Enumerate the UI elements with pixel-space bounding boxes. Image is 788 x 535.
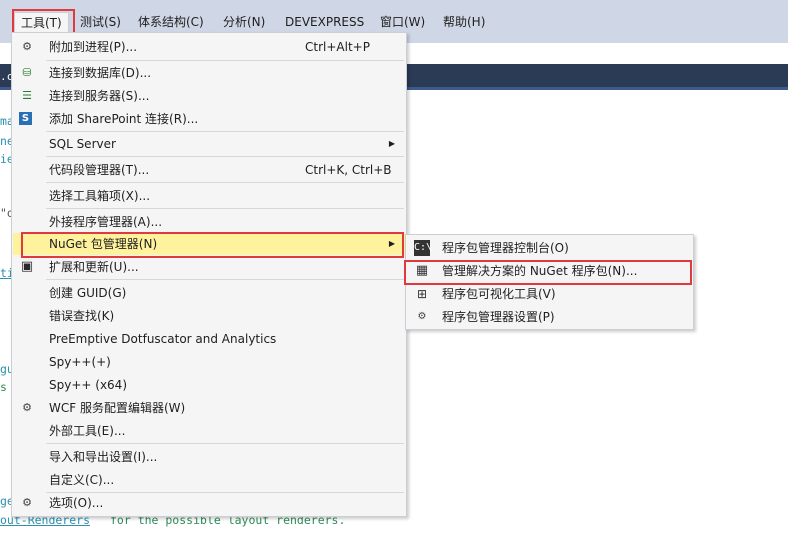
menu-item-label: 导入和导出设置(I)... xyxy=(49,450,158,464)
menu-item-label: 代码段管理器(T)... xyxy=(49,163,150,177)
menu-item-connect-server[interactable]: ☰ 连接到服务器(S)... xyxy=(13,85,405,107)
menu-separator xyxy=(46,131,404,132)
submenu-item-package-manager-console[interactable]: C:\ 程序包管理器控制台(O) xyxy=(407,237,692,259)
nuget-submenu: C:\ 程序包管理器控制台(O) ▦ 管理解决方案的 NuGet 程序包(N).… xyxy=(405,234,694,330)
menu-help[interactable]: 帮助(H) xyxy=(437,12,491,32)
menu-item-label: 连接到服务器(S)... xyxy=(49,89,150,103)
menu-item-spy-x64[interactable]: Spy++ (x64) xyxy=(13,374,405,396)
code-fragment: s xyxy=(0,380,7,394)
menu-item-label: 创建 GUID(G) xyxy=(49,286,127,300)
menu-item-extensions-updates[interactable]: ▣ 扩展和更新(U)... xyxy=(13,256,405,278)
attach-process-icon: ⚙ xyxy=(22,40,32,53)
menu-item-label: 附加到进程(P)... xyxy=(49,40,138,54)
menu-item-label: 选项(O)... xyxy=(49,496,104,510)
menu-item-import-export-settings[interactable]: 导入和导出设置(I)... xyxy=(13,446,405,468)
menu-item-attach-process[interactable]: ⚙ 附加到进程(P)... Ctrl+Alt+P xyxy=(13,36,405,58)
menu-analyze[interactable]: 分析(N) xyxy=(217,12,271,32)
tools-dropdown-menu: ⚙ 附加到进程(P)... Ctrl+Alt+P ⛁ 连接到数据库(D)... … xyxy=(11,32,407,517)
menu-devexpress[interactable]: DEVEXPRESS xyxy=(279,12,370,32)
menu-item-label: NuGet 包管理器(N) xyxy=(49,237,158,251)
menu-item-label: 外接程序管理器(A)... xyxy=(49,215,163,229)
menu-item-label: 连接到数据库(D)... xyxy=(49,66,152,80)
menu-item-shortcut: Ctrl+Alt+P xyxy=(305,40,370,54)
menu-separator xyxy=(46,156,404,157)
menu-item-external-tools[interactable]: 外部工具(E)... xyxy=(13,420,405,442)
menu-item-label: WCF 服务配置编辑器(W) xyxy=(49,401,186,415)
menu-test[interactable]: 测试(S) xyxy=(74,12,127,32)
menu-item-label: 错误查找(K) xyxy=(49,309,115,323)
menu-item-label: 扩展和更新(U)... xyxy=(49,260,139,274)
connect-server-icon: ☰ xyxy=(22,89,32,102)
gear-icon: ⚙ xyxy=(22,496,32,509)
submenu-item-manage-nuget-packages[interactable]: ▦ 管理解决方案的 NuGet 程序包(N)... xyxy=(407,260,692,282)
hierarchy-icon: ⊞ xyxy=(416,287,428,301)
connect-database-icon: ⛁ xyxy=(22,66,32,79)
menu-separator xyxy=(46,60,404,61)
menu-architecture[interactable]: 体系结构(C) xyxy=(132,12,210,32)
menu-item-label: PreEmptive Dotfuscator and Analytics xyxy=(49,332,277,346)
submenu-item-label: 程序包管理器控制台(O) xyxy=(442,241,569,255)
menu-separator xyxy=(46,182,404,183)
menu-item-label: 添加 SharePoint 连接(R)... xyxy=(49,112,199,126)
menu-separator xyxy=(46,279,404,280)
submenu-arrow-icon: ▶ xyxy=(388,239,395,248)
menu-item-label: Spy++ (x64) xyxy=(49,378,127,392)
sharepoint-icon: S xyxy=(19,112,32,125)
menu-item-label: 选择工具箱项(X)... xyxy=(49,189,151,203)
menu-separator xyxy=(46,208,404,209)
submenu-item-label: 程序包可视化工具(V) xyxy=(442,287,556,301)
menu-item-choose-toolbox[interactable]: 选择工具箱项(X)... xyxy=(13,185,405,207)
wcf-config-icon: ⚙ xyxy=(22,401,32,414)
submenu-item-package-visualizer[interactable]: ⊞ 程序包可视化工具(V) xyxy=(407,283,692,305)
submenu-item-label: 管理解决方案的 NuGet 程序包(N)... xyxy=(442,264,638,278)
menu-item-sharepoint[interactable]: S 添加 SharePoint 连接(R)... xyxy=(13,108,405,130)
menu-item-label: 外部工具(E)... xyxy=(49,424,126,438)
submenu-item-label: 程序包管理器设置(P) xyxy=(442,310,555,324)
menu-item-snippets-manager[interactable]: 代码段管理器(T)... Ctrl+K, Ctrl+B xyxy=(13,159,405,181)
menu-item-options[interactable]: ⚙ 选项(O)... xyxy=(13,492,405,514)
package-icon: ▦ xyxy=(415,263,429,278)
extensions-icon: ▣ xyxy=(20,259,34,274)
console-icon: C:\ xyxy=(414,240,432,256)
submenu-item-package-manager-settings[interactable]: ⚙ 程序包管理器设置(P) xyxy=(407,306,692,328)
menu-item-customize[interactable]: 自定义(C)... xyxy=(13,469,405,491)
menu-item-label: Spy++(+) xyxy=(49,355,111,369)
menu-item-dotfuscator[interactable]: PreEmptive Dotfuscator and Analytics xyxy=(13,328,405,350)
menu-item-label: SQL Server xyxy=(49,137,116,151)
menu-separator xyxy=(46,443,404,444)
menu-item-sql-server[interactable]: SQL Server ▶ xyxy=(13,133,405,155)
gear-icon: ⚙ xyxy=(417,311,427,322)
menu-item-connect-database[interactable]: ⛁ 连接到数据库(D)... xyxy=(13,62,405,84)
menu-item-spy[interactable]: Spy++(+) xyxy=(13,351,405,373)
menu-item-addin-manager[interactable]: 外接程序管理器(A)... xyxy=(13,211,405,233)
submenu-arrow-icon: ▶ xyxy=(388,139,395,148)
menu-item-shortcut: Ctrl+K, Ctrl+B xyxy=(305,163,392,177)
menu-item-label: 自定义(C)... xyxy=(49,473,115,487)
menu-item-wcf-config-editor[interactable]: ⚙ WCF 服务配置编辑器(W) xyxy=(13,397,405,419)
menu-item-nuget-package-manager[interactable]: NuGet 包管理器(N) ▶ xyxy=(13,233,405,255)
menu-tools[interactable]: 工具(T) xyxy=(14,12,69,33)
menu-item-create-guid[interactable]: 创建 GUID(G) xyxy=(13,282,405,304)
menu-item-error-lookup[interactable]: 错误查找(K) xyxy=(13,305,405,327)
menu-window[interactable]: 窗口(W) xyxy=(374,12,431,32)
